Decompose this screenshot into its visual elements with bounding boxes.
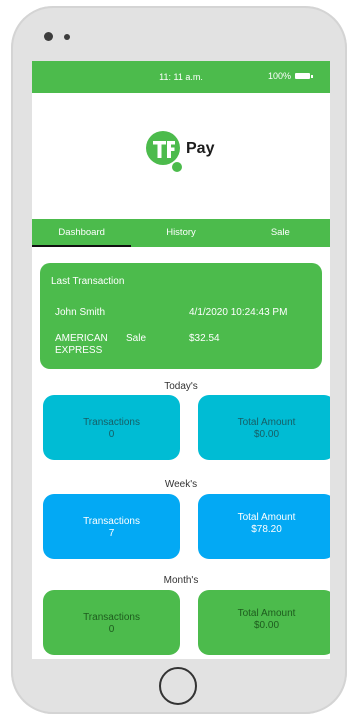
dashboard-content: Last Transaction John Smith 4/1/2020 10:… bbox=[32, 247, 330, 659]
transaction-kind: Sale bbox=[126, 333, 147, 344]
battery-icon bbox=[295, 73, 313, 79]
today-transactions-card[interactable]: Transactions 0 bbox=[43, 395, 180, 460]
stat-value: 0 bbox=[108, 429, 115, 440]
tab-sale[interactable]: Sale bbox=[231, 219, 330, 247]
sensor-icon bbox=[64, 34, 70, 40]
logo-text: Pay bbox=[186, 140, 215, 157]
stat-value: $0.00 bbox=[253, 429, 280, 440]
card-type: AMERICAN EXPRESS bbox=[55, 333, 108, 356]
stat-label: Total Amount bbox=[237, 608, 296, 619]
week-transactions-card[interactable]: Transactions 7 bbox=[43, 494, 180, 559]
stat-value: 0 bbox=[108, 624, 115, 635]
tf-logo-icon bbox=[146, 131, 182, 172]
battery-indicator: 100% bbox=[267, 71, 313, 81]
home-button[interactable] bbox=[159, 667, 197, 705]
phone-frame: 11: 11 a.m. 100% Pay Dashboard History S… bbox=[11, 6, 347, 714]
logo-area: Pay bbox=[32, 93, 330, 219]
stat-value: $0.00 bbox=[253, 620, 280, 631]
stat-value: 7 bbox=[108, 528, 115, 539]
last-transaction-card[interactable]: Last Transaction John Smith 4/1/2020 10:… bbox=[40, 263, 322, 369]
stat-label: Transactions bbox=[83, 516, 140, 527]
customer-name: John Smith bbox=[55, 307, 106, 318]
period-label-today: Today's bbox=[164, 381, 198, 392]
stat-value: $78.20 bbox=[251, 524, 282, 535]
phone-screen: 11: 11 a.m. 100% Pay Dashboard History S… bbox=[32, 61, 330, 659]
battery-percent: 100% bbox=[267, 71, 291, 81]
period-label-month: Month's bbox=[163, 575, 199, 586]
period-label-week: Week's bbox=[164, 479, 198, 490]
transaction-amount: $32.54 bbox=[189, 333, 220, 344]
tab-bar: Dashboard History Sale bbox=[32, 219, 330, 247]
transaction-date: 4/1/2020 10:24:43 PM bbox=[189, 307, 288, 318]
stat-label: Transactions bbox=[83, 417, 140, 428]
month-transactions-card[interactable]: Transactions 0 bbox=[43, 590, 180, 655]
today-amount-card[interactable]: Total Amount $0.00 bbox=[198, 395, 330, 460]
week-amount-card[interactable]: Total Amount $78.20 bbox=[198, 494, 330, 559]
stat-label: Total Amount bbox=[237, 417, 296, 428]
stat-label: Total Amount bbox=[237, 512, 296, 523]
camera-icon bbox=[44, 32, 53, 41]
tab-history[interactable]: History bbox=[131, 219, 230, 247]
tab-dashboard[interactable]: Dashboard bbox=[32, 219, 132, 247]
month-amount-card[interactable]: Total Amount $0.00 bbox=[198, 590, 330, 655]
status-bar: 11: 11 a.m. 100% bbox=[32, 61, 330, 93]
last-transaction-title: Last Transaction bbox=[51, 276, 125, 287]
stat-label: Transactions bbox=[83, 612, 140, 623]
